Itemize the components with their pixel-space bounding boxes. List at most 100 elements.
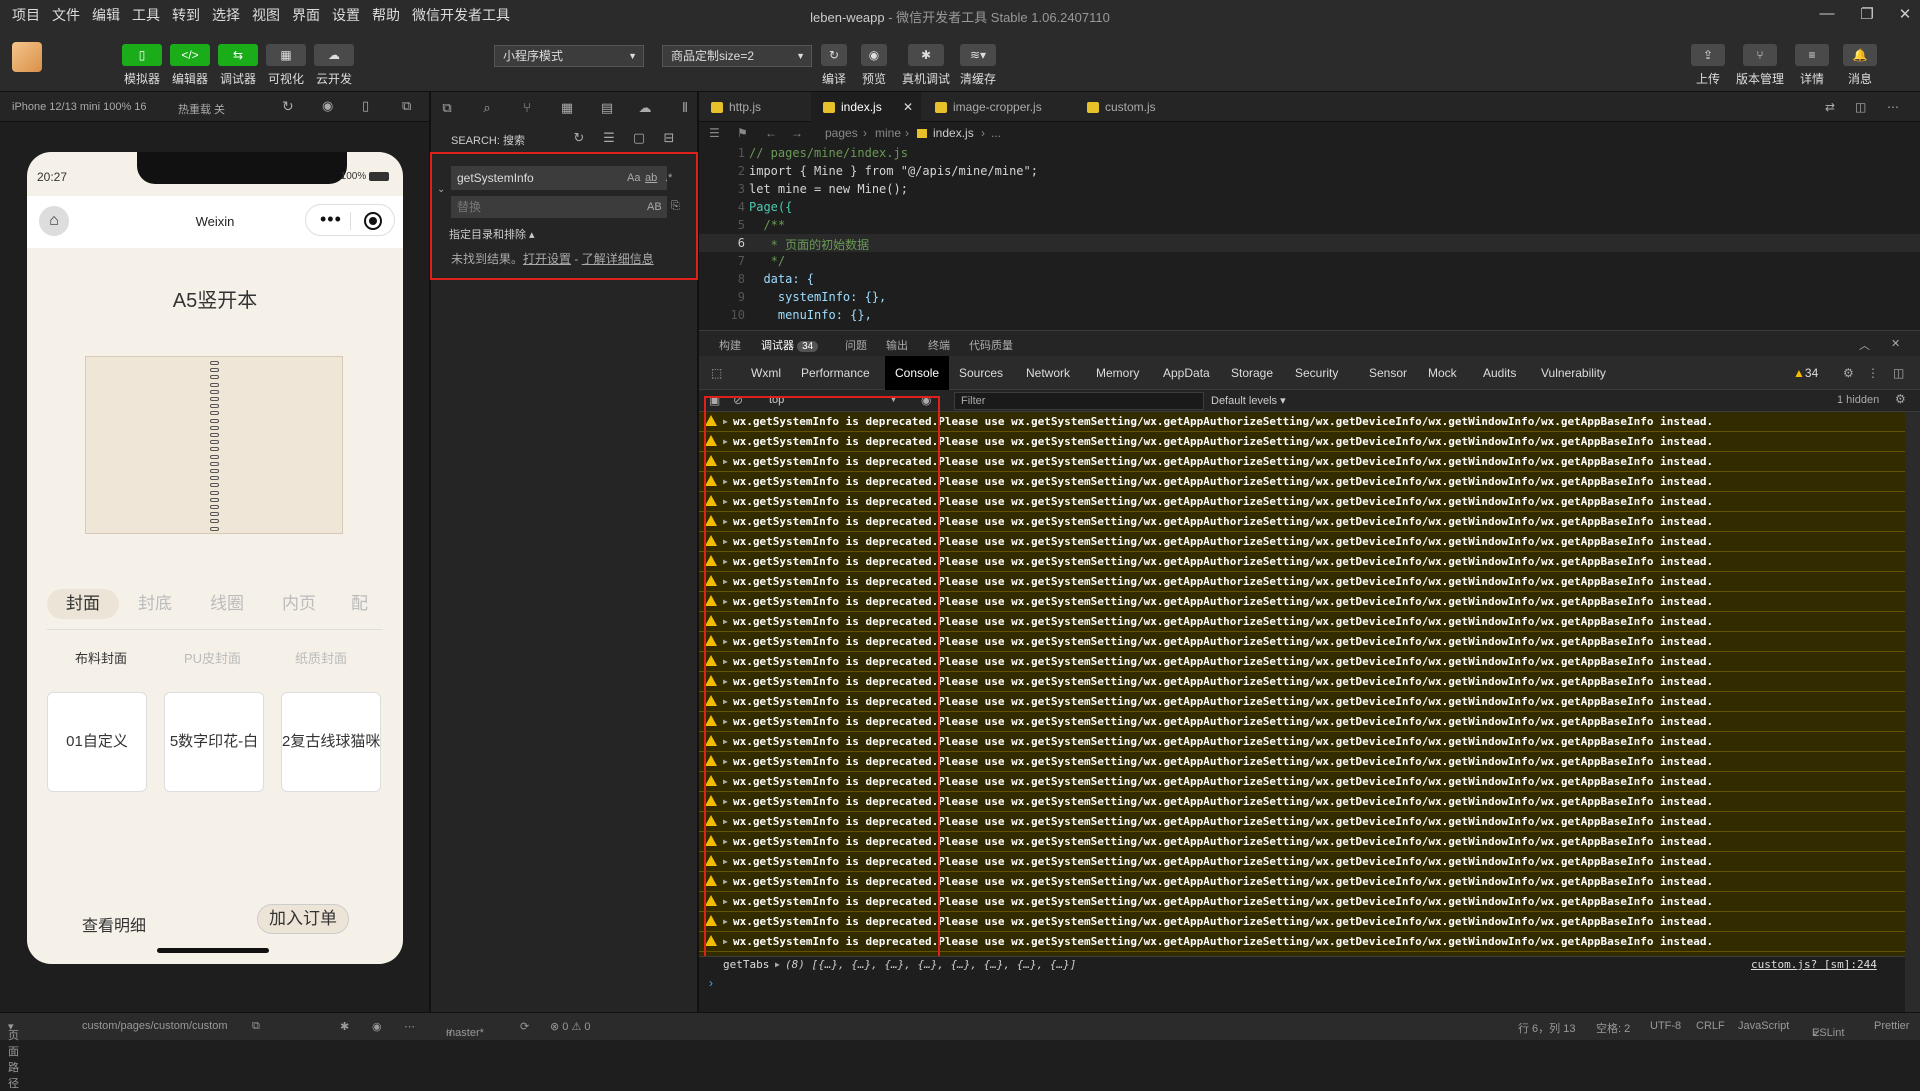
split-icon[interactable]: ⫴	[677, 100, 693, 116]
debugger-button[interactable]: ⇆ 调试器	[212, 44, 264, 87]
tab-image-cropper-js[interactable]: image-cropper.js	[923, 92, 1073, 122]
subtab-pu[interactable]: PU皮封面	[184, 648, 241, 667]
stop-icon[interactable]: ◉	[322, 98, 333, 114]
menu-select[interactable]: 选择	[212, 5, 240, 25]
avatar[interactable]	[12, 42, 42, 72]
menu-goto[interactable]: 转到	[172, 5, 200, 25]
close-icon[interactable]: ✕	[1891, 337, 1900, 350]
cover-card[interactable]: 5数字印花-白	[164, 692, 264, 792]
source-link[interactable]: custom.js? [sm]:244	[1751, 957, 1877, 973]
breadcrumb-file[interactable]: index.js	[933, 126, 974, 140]
menu-tools[interactable]: 工具	[132, 5, 160, 25]
collapse-all-icon[interactable]: ⊟	[661, 130, 677, 146]
close-mini-program-icon[interactable]	[364, 212, 382, 230]
details-button[interactable]: ≡ 详情	[1786, 44, 1838, 87]
compare-icon[interactable]: ⇄	[1825, 100, 1835, 114]
tab-cover[interactable]: 封面	[47, 589, 119, 619]
bookmark-icon[interactable]: ⚑	[737, 126, 748, 140]
include-exclude-toggle[interactable]: 指定目录和排除 ▴	[449, 226, 535, 242]
tab-debugger[interactable]: 调试器 34	[761, 337, 819, 353]
devtab-console[interactable]: Console	[885, 356, 950, 390]
indent-status[interactable]: 空格: 2	[1596, 1020, 1630, 1036]
page-path-label[interactable]: 页面路径 ▾	[8, 1020, 19, 1090]
devtab-wxml[interactable]: Wxml	[741, 356, 791, 390]
menu-edit[interactable]: 编辑	[92, 5, 120, 25]
search-icon[interactable]: ⌕	[479, 100, 495, 116]
close-window-icon[interactable]: ✕	[1895, 5, 1915, 25]
source-control-icon[interactable]: ⑂	[519, 100, 535, 116]
popout-icon[interactable]: ⧉	[402, 98, 411, 114]
restore-icon[interactable]: ❐	[1857, 5, 1877, 25]
gear-icon[interactable]: ⚙	[1895, 392, 1906, 406]
simulator-button[interactable]: ▯ 模拟器	[116, 44, 168, 87]
menu-settings[interactable]: 设置	[332, 5, 360, 25]
phone-icon[interactable]: ▯	[362, 98, 369, 114]
tab-output[interactable]: 输出	[886, 337, 908, 353]
devtab-sources[interactable]: Sources	[949, 356, 1013, 390]
extensions-icon[interactable]: ▦	[559, 100, 575, 116]
menu-view[interactable]: 视图	[252, 5, 280, 25]
clear-cache-button[interactable]: ≋▾ 清缓存	[952, 44, 1004, 87]
devtab-security[interactable]: Security	[1285, 356, 1348, 390]
menu-project[interactable]: 项目	[12, 5, 40, 25]
whole-word-icon[interactable]: ab	[645, 172, 657, 184]
tab-terminal[interactable]: 终端	[928, 337, 950, 353]
copy-icon[interactable]: ⧉	[439, 100, 455, 116]
outline-icon[interactable]: ☰	[709, 126, 720, 140]
console-prompt[interactable]: ›	[699, 974, 1905, 1010]
copy-icon[interactable]: ⧉	[252, 1020, 260, 1033]
device-select[interactable]: iPhone 12/13 mini 100% 16	[12, 101, 147, 113]
version-button[interactable]: ⑂ 版本管理	[1734, 44, 1786, 87]
eol-status[interactable]: CRLF	[1696, 1020, 1725, 1032]
add-to-order-button[interactable]: 加入订单	[257, 904, 349, 934]
cloud-button[interactable]: ☁ 云开发	[308, 44, 360, 87]
dock-icon[interactable]: ◫	[1883, 356, 1914, 390]
more-icon[interactable]: ⋯	[1887, 100, 1899, 114]
visual-button[interactable]: ▦ 可视化	[260, 44, 312, 87]
devtab-memory[interactable]: Memory	[1086, 356, 1149, 390]
tab-http-js[interactable]: http.js	[699, 92, 809, 122]
regex-icon[interactable]: .*	[665, 172, 672, 184]
menu-devtools[interactable]: 微信开发者工具	[412, 5, 510, 25]
cover-card[interactable]: 2复古线球猫咪	[281, 692, 381, 792]
menu-interface[interactable]: 界面	[292, 5, 320, 25]
tab-back-cover[interactable]: 封底	[119, 589, 191, 619]
cursor-position[interactable]: 行 6，列 13	[1518, 1020, 1575, 1036]
remote-debug-button[interactable]: ✱ 真机调试	[900, 44, 952, 87]
upload-button[interactable]: ⇪ 上传	[1682, 44, 1734, 87]
encoding-status[interactable]: UTF-8	[1650, 1020, 1681, 1032]
inspect-icon[interactable]: ⬚	[701, 356, 732, 390]
subtab-fabric[interactable]: 布料封面	[75, 648, 127, 667]
view-details-link[interactable]: 查看明细	[82, 912, 146, 936]
language-status[interactable]: JavaScript	[1738, 1020, 1789, 1032]
replace-all-icon[interactable]: ⎘	[671, 200, 680, 213]
preview-button[interactable]: ◉ 预览	[848, 44, 900, 87]
tab-inner-page[interactable]: 内页	[263, 589, 335, 619]
chevron-up-icon[interactable]: ︿	[1859, 337, 1870, 353]
eye-icon[interactable]: ◉	[372, 1020, 382, 1033]
menu-file[interactable]: 文件	[52, 5, 80, 25]
editor-button[interactable]: </> 编辑器	[164, 44, 216, 87]
subtab-paper[interactable]: 纸质封面	[295, 648, 347, 667]
refresh-icon[interactable]: ↻	[282, 98, 294, 115]
tab-code-quality[interactable]: 代码质量	[969, 337, 1013, 353]
learn-more-link[interactable]: 了解详细信息	[582, 252, 654, 266]
compile-select[interactable]: 商品定制size=2 ▼	[662, 45, 812, 67]
devtab-network[interactable]: Network	[1016, 356, 1080, 390]
refresh-icon[interactable]: ↻	[571, 130, 587, 146]
replace-input[interactable]: 替换	[451, 196, 667, 218]
log-levels-select[interactable]: Default levels ▾	[1211, 394, 1286, 407]
devtab-storage[interactable]: Storage	[1221, 356, 1283, 390]
new-search-editor-icon[interactable]: ▢	[631, 130, 647, 146]
preserve-case-icon[interactable]: AB	[647, 201, 662, 213]
code-editor[interactable]: 1// pages/mine/index.js 2 import { Mine }…	[699, 144, 1920, 330]
mode-select[interactable]: 小程序模式 ▼	[494, 45, 644, 67]
devtab-performance[interactable]: Performance	[791, 356, 880, 390]
capsule-menu[interactable]: •••	[305, 204, 395, 236]
tab-problems[interactable]: 问题	[845, 337, 867, 353]
more-icon[interactable]: •••	[320, 209, 342, 230]
close-icon[interactable]: ✕	[903, 92, 913, 122]
devtab-mock[interactable]: Mock	[1418, 356, 1467, 390]
breadcrumb-pages[interactable]: pages	[825, 126, 858, 140]
devtab-appdata[interactable]: AppData	[1153, 356, 1220, 390]
